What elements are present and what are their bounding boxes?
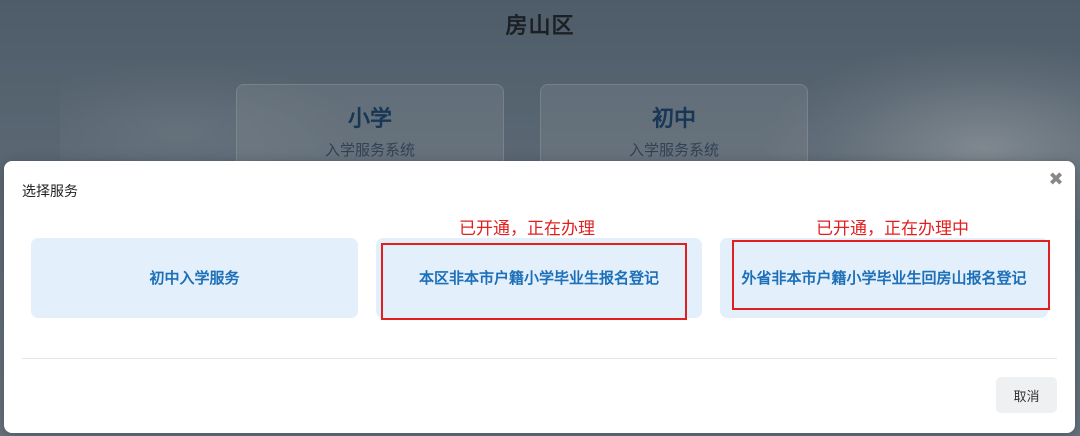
close-icon[interactable]: ✖ — [1047, 171, 1065, 189]
modal-title: 选择服务 — [22, 184, 78, 200]
service-button-local-registration[interactable]: 本区非本市户籍小学毕业生报名登记 — [376, 238, 702, 318]
annotation-text: 已开通，正在办理中 — [816, 219, 969, 239]
annotation-text: 已开通，正在办理 — [459, 219, 595, 239]
service-button-other-province-registration[interactable]: 外省非本市户籍小学毕业生回房山报名登记 — [720, 238, 1048, 318]
service-button-middle-school-admission[interactable]: 初中入学服务 — [31, 238, 358, 318]
cancel-button[interactable]: 取消 — [996, 377, 1057, 413]
select-service-modal: 选择服务 ✖ 已开通，正在办理 已开通，正在办理中 初中入学服务 本区非本市户籍… — [4, 161, 1075, 433]
divider — [22, 358, 1057, 359]
